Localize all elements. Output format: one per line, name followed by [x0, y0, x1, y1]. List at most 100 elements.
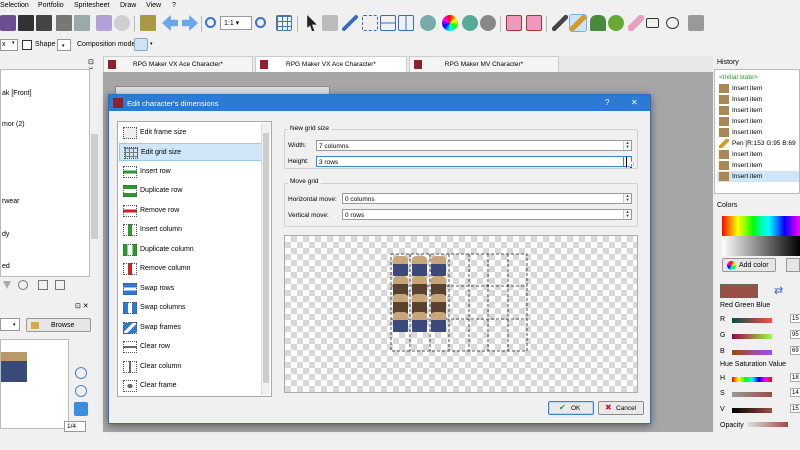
list-item[interactable]: ak [Front] [2, 90, 32, 97]
open-icon[interactable] [0, 15, 16, 31]
undo-arrow-icon[interactable] [162, 15, 178, 31]
green-slider[interactable] [732, 334, 772, 339]
save-as-icon[interactable] [36, 15, 52, 31]
levels-icon[interactable] [480, 15, 496, 31]
action-clear-row[interactable]: Clear row [119, 338, 263, 356]
settings-icon[interactable] [114, 15, 130, 31]
action-insert-column[interactable]: Insert column [119, 221, 263, 239]
zoom-fit-icon[interactable] [255, 17, 266, 28]
resource-source-dropdown[interactable]: ▾ [0, 318, 20, 331]
zoom-icon[interactable] [205, 17, 216, 28]
zoom-out-icon[interactable] [75, 385, 87, 397]
flip-vertical-icon[interactable] [526, 15, 542, 31]
redo-arrow-icon[interactable] [182, 15, 198, 31]
palette-menu-icon[interactable] [786, 258, 800, 272]
tab-document-2[interactable]: RPG Maker VX Ace Character* [255, 56, 407, 72]
red-value-input[interactable]: 15 [790, 314, 800, 323]
action-duplicate-row[interactable]: Duplicate row [119, 182, 263, 200]
ok-button[interactable]: ✔ OK [548, 401, 594, 415]
red-slider[interactable] [732, 318, 772, 323]
history-item[interactable]: Insert item [717, 94, 797, 105]
save-icon[interactable] [18, 15, 34, 31]
add-color-button[interactable]: Add color [722, 258, 776, 272]
help-button[interactable]: ? [605, 98, 609, 107]
action-edit-frame-size[interactable]: Edit frame size [119, 124, 263, 142]
crop-icon[interactable] [96, 15, 112, 31]
fit-view-icon[interactable] [74, 402, 88, 416]
value-value-input[interactable]: 15 [790, 404, 800, 413]
flip-horizontal-icon[interactable] [506, 15, 522, 31]
cancel-button[interactable]: ✖ Cancel [598, 401, 644, 415]
menu-spritesheet[interactable]: Spritesheet [74, 2, 109, 9]
zoom-select[interactable]: 1:1 ▾ [220, 16, 252, 30]
action-clear-frame[interactable]: Clear frame [119, 377, 263, 395]
remove-part-icon[interactable] [18, 280, 28, 290]
fill-bucket-icon[interactable] [590, 15, 606, 31]
action-clear-column[interactable]: Clear column [119, 358, 263, 376]
list-item[interactable]: dy [2, 231, 9, 238]
history-item[interactable]: Insert item [717, 116, 797, 127]
grid-icon[interactable] [276, 15, 292, 31]
height-spinbox[interactable]: 3 rows ▲▼ [316, 156, 632, 167]
width-spinbox[interactable]: 7 columns ▲ ▼ [316, 140, 632, 151]
parts-scrollbar[interactable] [90, 69, 100, 277]
size-dropdown-arrow-icon[interactable]: ▾ [12, 40, 18, 50]
select-cursor-icon[interactable] [307, 15, 317, 31]
action-duplicate-column[interactable]: Duplicate column [119, 241, 263, 259]
vertical-guide-icon[interactable] [398, 15, 414, 31]
tab-document-3[interactable]: RPG Maker MV Character* [409, 56, 559, 72]
character-icon[interactable] [140, 15, 156, 31]
saturation-value-input[interactable]: 14 [790, 388, 800, 397]
horizontal-guide-icon[interactable] [380, 15, 396, 31]
history-item[interactable]: Insert item [717, 105, 797, 116]
width-spin-arrows-icon[interactable]: ▲ ▼ [623, 141, 631, 150]
action-remove-column[interactable]: Remove column [119, 260, 263, 278]
action-swap-columns[interactable]: Swap columns [119, 299, 263, 317]
action-edit-grid-size[interactable]: Edit grid size [119, 143, 263, 161]
menu-help[interactable]: ? [172, 2, 176, 9]
opacity-slider[interactable] [748, 422, 788, 427]
duplicate-part-icon[interactable] [38, 280, 48, 290]
color-wheel-icon[interactable] [442, 15, 458, 31]
transform-icon[interactable] [420, 15, 436, 31]
history-item-selected[interactable]: Insert item [717, 171, 799, 182]
current-color-swatch[interactable] [720, 284, 758, 298]
shape-dropdown[interactable]: ▾ [57, 39, 71, 51]
action-list-scrollbar[interactable] [261, 123, 270, 395]
browse-button[interactable]: Browse [26, 318, 91, 332]
vertical-move-spinbox[interactable]: 0 rows ▲ ▼ [342, 209, 632, 220]
delete-part-icon[interactable] [55, 280, 65, 290]
composition-dropdown-arrow-icon[interactable]: ▾ [150, 41, 153, 47]
move-down-icon[interactable] [3, 281, 11, 289]
select-area-icon[interactable] [322, 15, 338, 31]
value-slider[interactable] [732, 408, 772, 413]
spray-icon[interactable] [608, 15, 624, 31]
selection-transform-icon[interactable] [362, 15, 378, 31]
list-item[interactable]: mor (2) [2, 121, 25, 128]
horizontal-move-spinbox[interactable]: 0 columns ▲ ▼ [342, 193, 632, 204]
action-swap-rows[interactable]: Swap rows [119, 280, 263, 298]
export-icon[interactable] [56, 15, 72, 31]
history-item[interactable]: Insert item [717, 149, 797, 160]
vertical-spin-arrows-icon[interactable]: ▲ ▼ [623, 210, 631, 219]
hue-icon[interactable] [462, 15, 478, 31]
color-palette[interactable] [722, 216, 800, 256]
menu-draw[interactable]: Draw [120, 2, 136, 9]
action-insert-row[interactable]: Insert row [119, 163, 263, 181]
menu-selection[interactable]: Selection [0, 2, 29, 9]
history-item[interactable]: Insert item [717, 127, 797, 138]
horizontal-spin-arrows-icon[interactable]: ▲ ▼ [623, 194, 631, 203]
polygon-icon[interactable] [688, 15, 704, 31]
blue-value-input[interactable]: 69 [790, 346, 800, 355]
zoom-in-icon[interactable] [75, 367, 87, 379]
history-item[interactable]: Insert item [717, 160, 797, 171]
eraser-icon[interactable] [628, 15, 644, 31]
eyedropper-icon[interactable] [552, 15, 568, 31]
page-indicator[interactable]: 1/4 [64, 421, 86, 432]
print-icon[interactable] [74, 15, 90, 31]
menu-view[interactable]: View [146, 2, 161, 9]
blue-slider[interactable] [732, 350, 772, 355]
ellipse-icon[interactable] [666, 17, 679, 29]
tab-document-1[interactable]: RPG Maker VX Ace Character* [103, 56, 253, 72]
history-initial-state[interactable]: <Initial state> [717, 72, 797, 83]
